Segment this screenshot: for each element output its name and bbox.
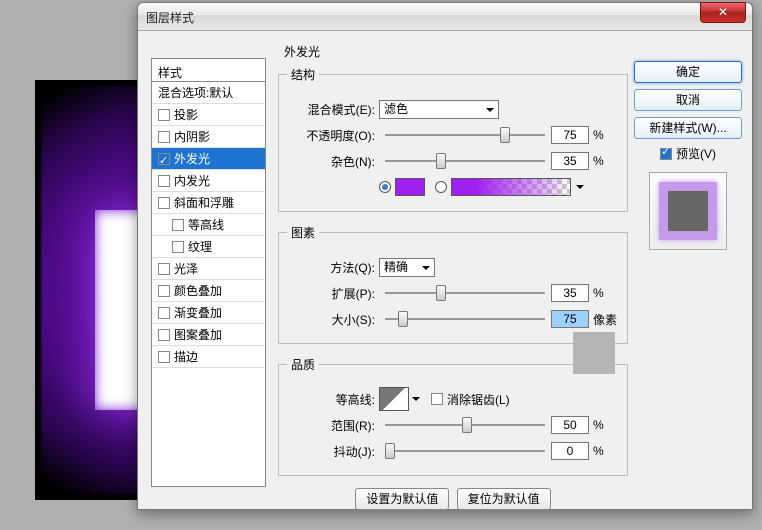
checkbox-icon[interactable] [660, 148, 672, 160]
reset-default-button[interactable]: 复位为默认值 [457, 488, 551, 510]
titlebar[interactable]: 图层样式 ✕ [138, 3, 752, 31]
window-title: 图层样式 [146, 9, 194, 26]
range-label: 范围(R): [287, 417, 379, 434]
size-input[interactable]: 75 [551, 310, 589, 328]
default-buttons: 设置为默认值 复位为默认值 [278, 488, 628, 510]
checkbox-icon[interactable] [158, 175, 170, 187]
settings-panel: 外发光 结构 混合模式(E): 滤色 不透明度(O): 75 % 杂色(N): … [278, 43, 628, 510]
antialias-label: 消除锯齿(L) [447, 391, 510, 408]
noise-slider[interactable] [385, 152, 545, 170]
layer-style-dialog: 图层样式 ✕ 样式 混合选项:默认 投影 内阴影 外发光 内发光 斜面和浮雕 等… [137, 2, 753, 510]
style-outer-glow[interactable]: 外发光 [152, 148, 265, 170]
style-inner-shadow[interactable]: 内阴影 [152, 126, 265, 148]
jitter-unit: % [589, 444, 619, 458]
quality-group: 品质 等高线: 消除锯齿(L) 范围(R): 50 % 抖动(J): [278, 356, 628, 476]
spread-label: 扩展(P): [287, 285, 379, 302]
checkbox-icon[interactable] [158, 131, 170, 143]
size-unit: 像素 [589, 311, 619, 328]
size-label: 大小(S): [287, 311, 379, 328]
preview-fill [668, 191, 708, 231]
checkbox-icon[interactable] [158, 285, 170, 297]
spread-input[interactable]: 35 [551, 284, 589, 302]
style-satin[interactable]: 光泽 [152, 258, 265, 280]
elements-legend: 图素 [287, 224, 319, 241]
preview-toggle[interactable]: 预览(V) [634, 145, 742, 162]
jitter-slider[interactable] [385, 442, 545, 460]
spread-slider[interactable] [385, 284, 545, 302]
quality-legend: 品质 [287, 356, 319, 373]
contour-picker[interactable] [379, 387, 409, 411]
styles-list: 混合选项:默认 投影 内阴影 外发光 内发光 斜面和浮雕 等高线 纹理 光泽 颜… [151, 82, 266, 487]
noise-label: 杂色(N): [287, 153, 379, 170]
style-pattern-overlay[interactable]: 图案叠加 [152, 324, 265, 346]
gradient-radio[interactable] [435, 181, 447, 193]
checkbox-icon[interactable] [158, 307, 170, 319]
jitter-input[interactable]: 0 [551, 442, 589, 460]
style-inner-glow[interactable]: 内发光 [152, 170, 265, 192]
style-gradient-overlay[interactable]: 渐变叠加 [152, 302, 265, 324]
dialog-buttons: 确定 取消 新建样式(W)... 预览(V) [634, 61, 742, 250]
styles-header: 样式 [151, 58, 266, 82]
range-slider[interactable] [385, 416, 545, 434]
checkbox-icon[interactable] [158, 109, 170, 121]
style-drop-shadow[interactable]: 投影 [152, 104, 265, 126]
color-radio[interactable] [379, 181, 391, 193]
new-style-button[interactable]: 新建样式(W)... [634, 117, 742, 139]
size-slider[interactable] [385, 310, 545, 328]
close-button[interactable]: ✕ [700, 2, 746, 23]
structure-legend: 结构 [287, 66, 319, 83]
style-contour[interactable]: 等高线 [152, 214, 265, 236]
structure-group: 结构 混合模式(E): 滤色 不透明度(O): 75 % 杂色(N): 35 % [278, 66, 628, 212]
color-swatch[interactable] [395, 178, 425, 196]
style-color-overlay[interactable]: 颜色叠加 [152, 280, 265, 302]
style-blend-options[interactable]: 混合选项:默认 [152, 82, 265, 104]
antialias-checkbox[interactable] [431, 393, 443, 405]
noise-input[interactable]: 35 [551, 152, 589, 170]
opacity-label: 不透明度(O): [287, 127, 379, 144]
blend-mode-label: 混合模式(E): [287, 101, 379, 118]
close-icon: ✕ [718, 5, 728, 19]
gradient-picker[interactable] [451, 178, 571, 196]
style-bevel-emboss[interactable]: 斜面和浮雕 [152, 192, 265, 214]
opacity-unit: % [589, 128, 619, 142]
checkbox-icon[interactable] [158, 197, 170, 209]
checkbox-icon[interactable] [158, 351, 170, 363]
blend-mode-combo[interactable]: 滤色 [379, 100, 499, 119]
checkbox-icon[interactable] [158, 329, 170, 341]
ok-button[interactable]: 确定 [634, 61, 742, 83]
gray-square [573, 332, 615, 374]
preview-swatch [649, 172, 727, 250]
technique-label: 方法(Q): [287, 259, 379, 276]
set-default-button[interactable]: 设置为默认值 [355, 488, 449, 510]
noise-unit: % [589, 154, 619, 168]
checkbox-icon[interactable] [172, 219, 184, 231]
technique-combo[interactable]: 精确 [379, 258, 435, 277]
checkbox-icon[interactable] [172, 241, 184, 253]
spread-unit: % [589, 286, 619, 300]
range-input[interactable]: 50 [551, 416, 589, 434]
style-stroke[interactable]: 描边 [152, 346, 265, 368]
contour-label: 等高线: [287, 391, 379, 408]
checkbox-icon[interactable] [158, 263, 170, 275]
checkbox-icon[interactable] [158, 153, 170, 165]
panel-title: 外发光 [284, 43, 628, 60]
range-unit: % [589, 418, 619, 432]
cancel-button[interactable]: 取消 [634, 89, 742, 111]
opacity-input[interactable]: 75 [551, 126, 589, 144]
preview-glow [659, 182, 717, 240]
style-texture[interactable]: 纹理 [152, 236, 265, 258]
elements-group: 图素 方法(Q): 精确 扩展(P): 35 % 大小(S): 75 像素 [278, 224, 628, 344]
opacity-slider[interactable] [385, 126, 545, 144]
jitter-label: 抖动(J): [287, 443, 379, 460]
